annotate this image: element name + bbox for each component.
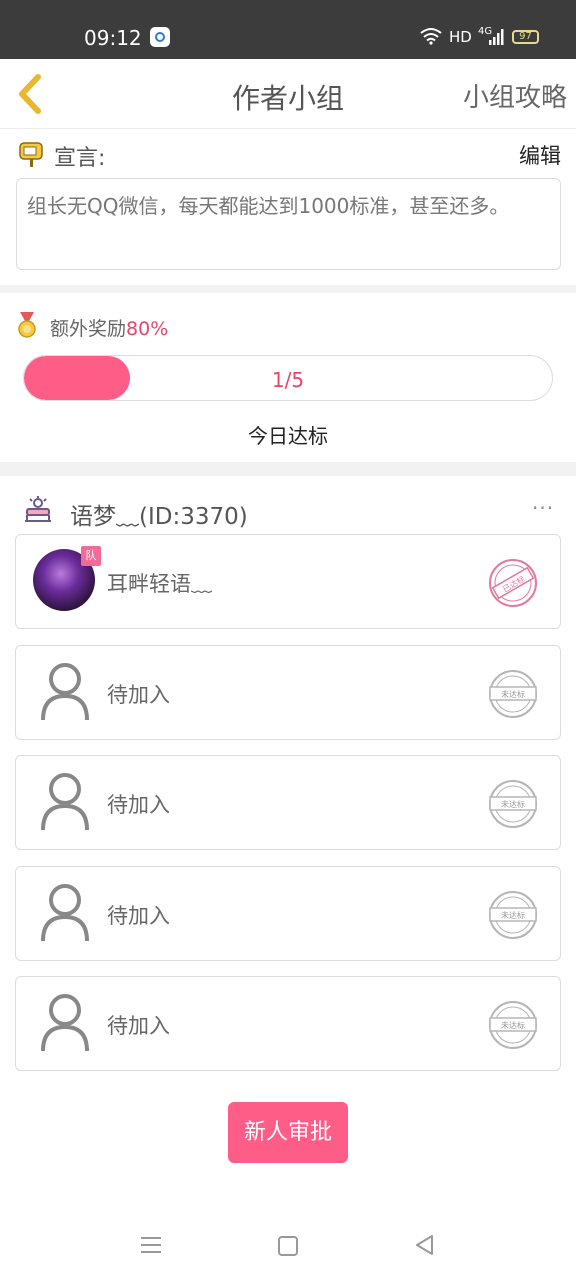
achieved-stamp-icon: 已达标 bbox=[489, 559, 537, 607]
back-triangle-icon[interactable] bbox=[414, 1234, 434, 1256]
member-name: 待加入 bbox=[107, 1014, 170, 1038]
not-achieved-stamp-icon: 未达标 bbox=[489, 780, 537, 828]
section-divider bbox=[0, 285, 576, 293]
menu-icon[interactable] bbox=[141, 1236, 161, 1254]
member-name: 待加入 bbox=[107, 793, 170, 817]
not-achieved-stamp-icon: 未达标 bbox=[489, 670, 537, 718]
mailbox-icon bbox=[19, 142, 43, 167]
stamp-text: 未达标 bbox=[501, 1020, 525, 1030]
section-divider bbox=[0, 462, 576, 476]
person-placeholder-icon bbox=[41, 773, 89, 831]
group-guide-link[interactable]: 小组攻略 bbox=[463, 77, 567, 114]
stamp-text: 未达标 bbox=[501, 799, 525, 809]
status-bar: 09:12 HD 4G 97 bbox=[0, 0, 576, 59]
person-placeholder-icon bbox=[41, 884, 89, 942]
reward-percent: 80% bbox=[126, 318, 169, 340]
app-notification-icon bbox=[150, 27, 170, 47]
status-time: 09:12 bbox=[84, 26, 142, 50]
hd-label: HD bbox=[449, 28, 472, 46]
today-status-label: 今日达标 bbox=[248, 424, 328, 448]
stamp-text: 未达标 bbox=[501, 910, 525, 920]
declaration-text: 组长无QQ微信，每天都能达到1000标准，甚至还多。 bbox=[16, 178, 561, 270]
reward-label: 额外奖励80% bbox=[50, 314, 168, 341]
signal-icon bbox=[489, 29, 504, 45]
edit-button[interactable]: 编辑 bbox=[519, 140, 561, 170]
member-card[interactable]: 队 耳畔轻语﹏ 已达标 bbox=[15, 534, 561, 629]
member-name: 待加入 bbox=[107, 683, 170, 707]
person-placeholder-icon bbox=[41, 994, 89, 1052]
battery-icon: 97 bbox=[512, 30, 539, 44]
not-achieved-stamp-icon: 未达标 bbox=[489, 1001, 537, 1049]
progress-bar: 1/5 bbox=[23, 355, 553, 401]
not-achieved-stamp-icon: 未达标 bbox=[489, 891, 537, 939]
more-options-button[interactable]: ··· bbox=[532, 496, 554, 520]
member-card[interactable]: 待加入 未达标 bbox=[15, 755, 561, 850]
wifi-icon bbox=[420, 28, 442, 45]
team-name: 语梦﹏(ID:3370) bbox=[70, 504, 248, 530]
member-name: 待加入 bbox=[107, 904, 170, 928]
member-card[interactable]: 待加入 未达标 bbox=[15, 645, 561, 740]
medal-icon bbox=[18, 312, 36, 338]
reward-label-text: 额外奖励 bbox=[50, 318, 127, 340]
member-card[interactable]: 待加入 未达标 bbox=[15, 866, 561, 961]
system-nav-bar bbox=[0, 1210, 576, 1280]
nav-bar: 作者小组 小组攻略 bbox=[0, 59, 576, 129]
progress-text: 1/5 bbox=[271, 368, 305, 392]
member-name: 耳畔轻语﹏ bbox=[107, 572, 212, 596]
stamp-text: 未达标 bbox=[501, 689, 525, 699]
new-member-approval-button[interactable]: 新人审批 bbox=[228, 1102, 348, 1163]
leader-badge: 队 bbox=[81, 546, 101, 566]
declaration-header: 宣言: 编辑 bbox=[16, 138, 561, 172]
member-card[interactable]: 待加入 未达标 bbox=[15, 976, 561, 1071]
declaration-label: 宣言: bbox=[54, 146, 106, 171]
person-placeholder-icon bbox=[41, 663, 89, 721]
team-icon bbox=[25, 496, 51, 522]
home-icon[interactable] bbox=[278, 1236, 298, 1256]
